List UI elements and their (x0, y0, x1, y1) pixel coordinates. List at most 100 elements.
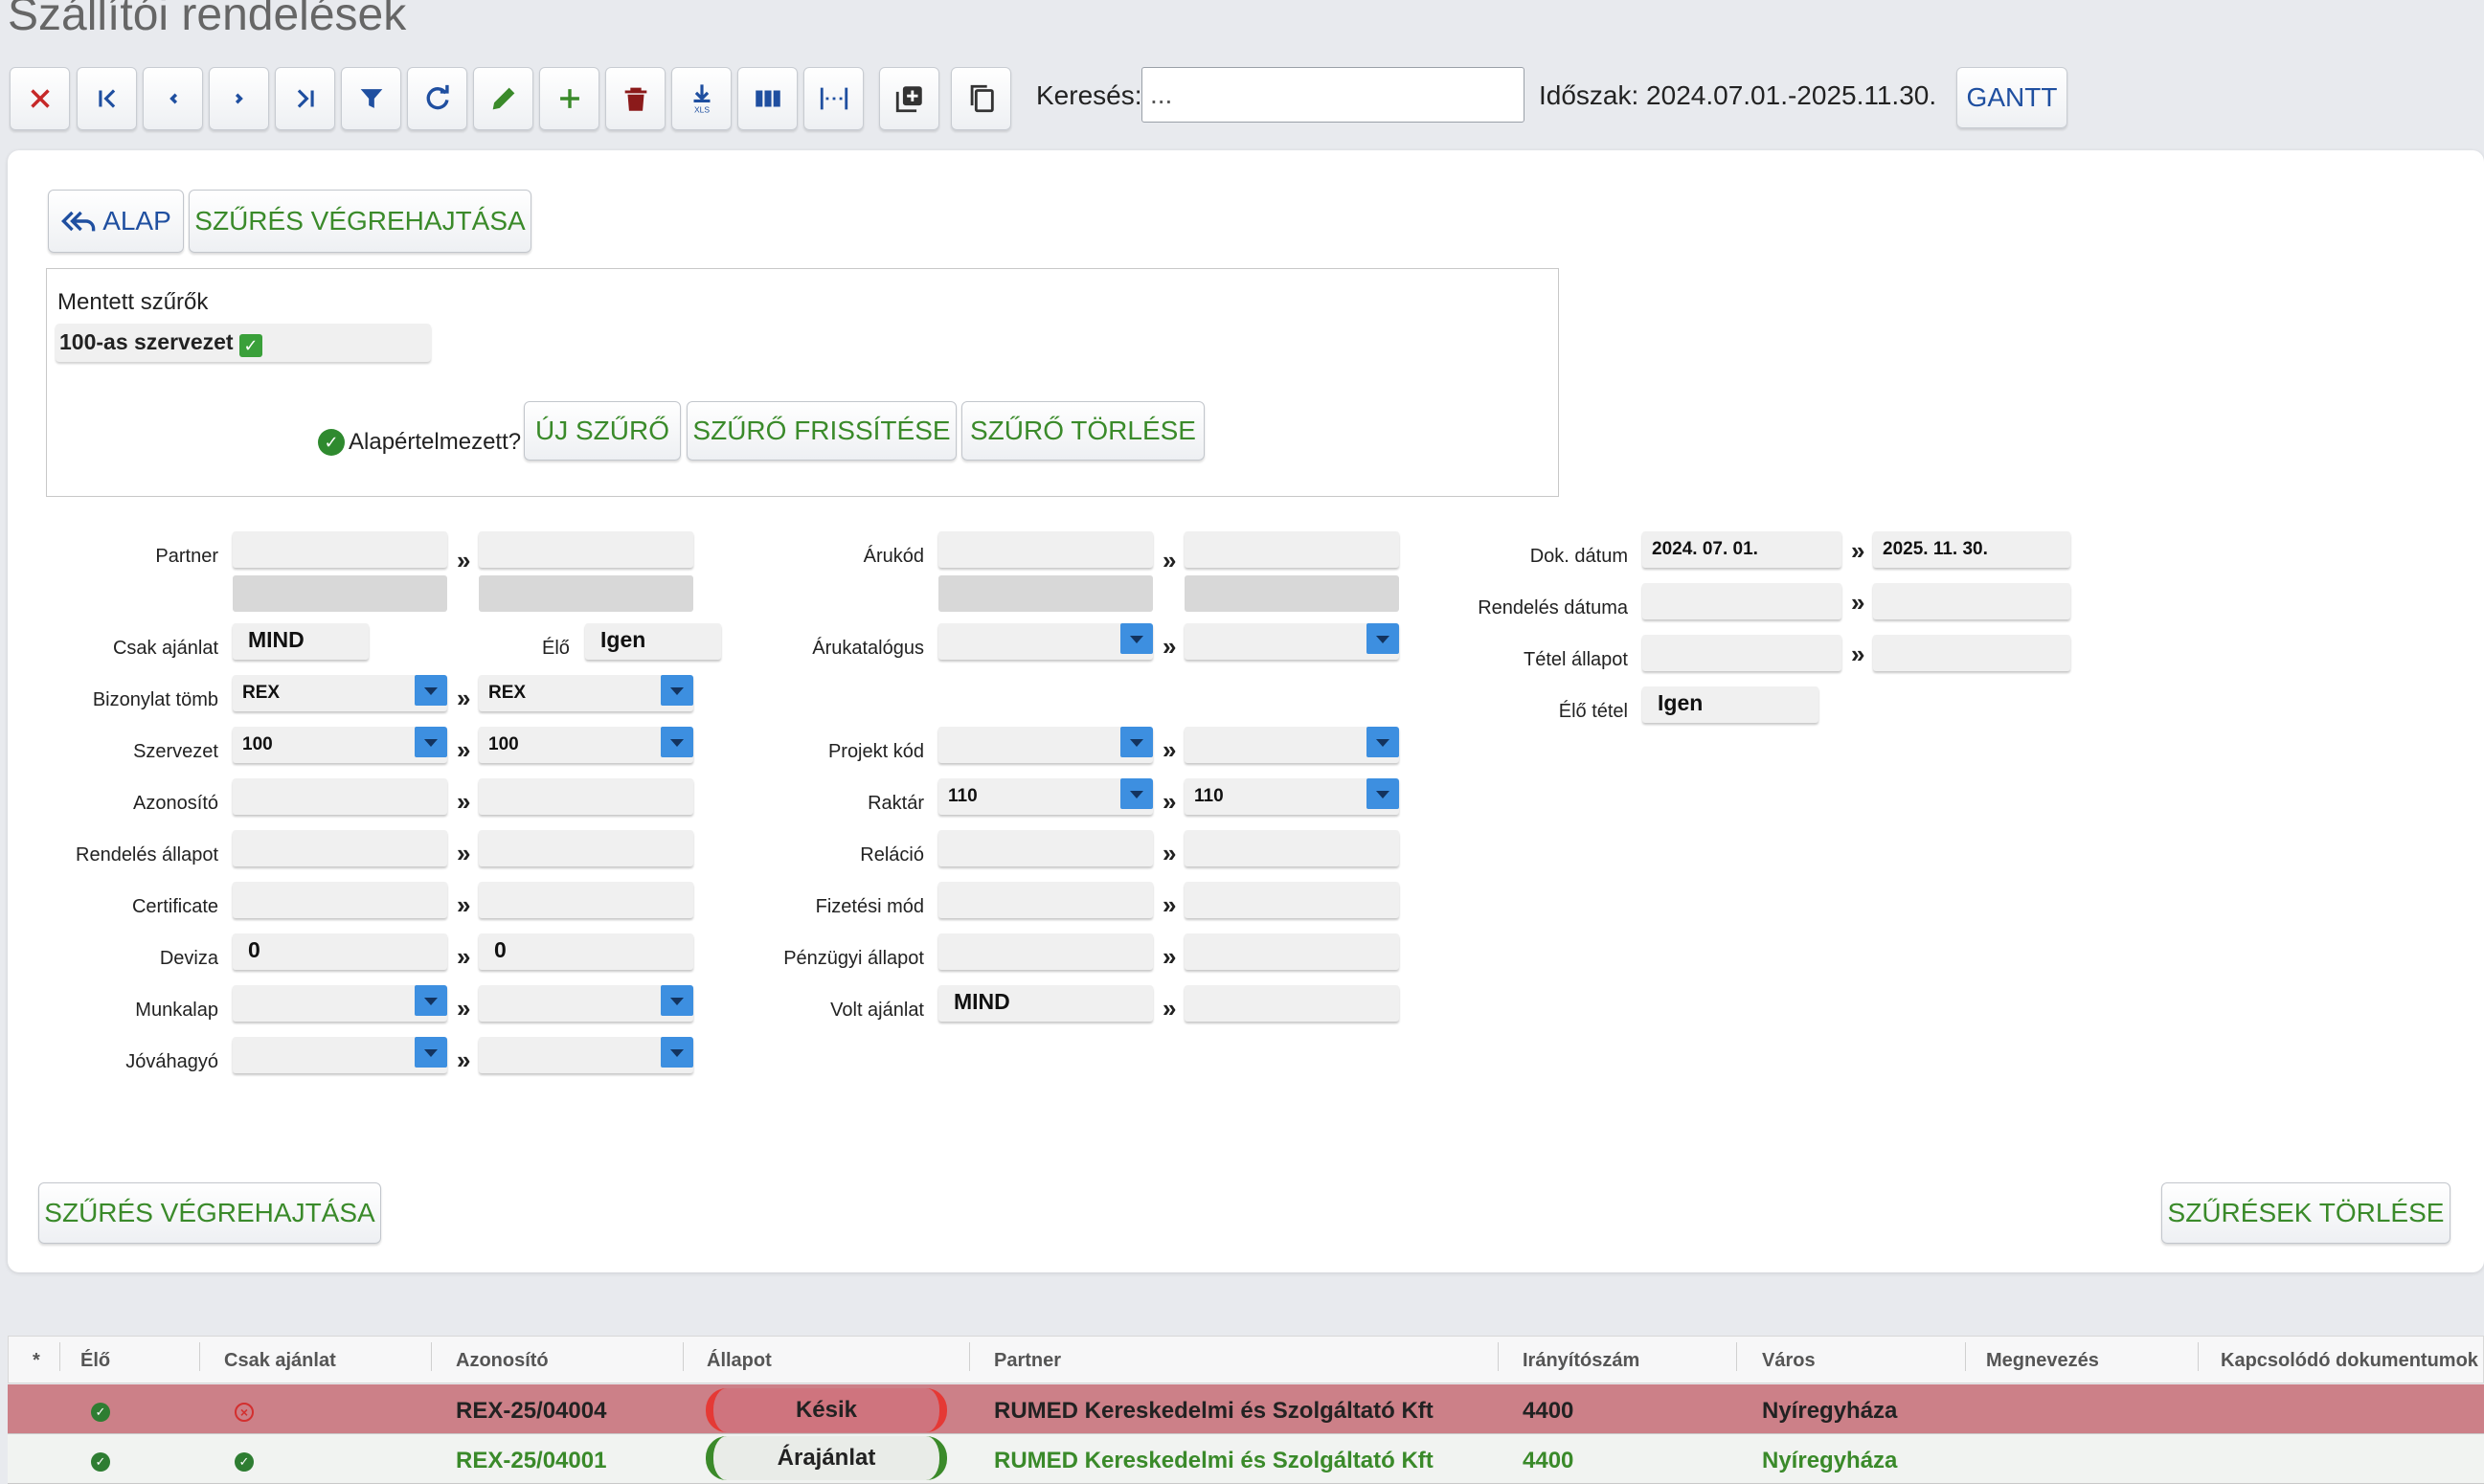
column-width-button[interactable] (803, 67, 864, 130)
refresh-filter-button[interactable]: SZŰRŐ FRISSÍTÉSE (687, 401, 957, 461)
bizonylat-to-select[interactable]: REX (479, 675, 693, 711)
arukod-from-field[interactable] (938, 531, 1153, 568)
close-button[interactable] (10, 67, 70, 130)
col-header-partner[interactable]: Partner (994, 1350, 1061, 1372)
refresh-button[interactable] (407, 67, 467, 130)
chevron-down-icon[interactable] (1120, 623, 1153, 654)
dok-datum-to-field[interactable]: 2025. 11. 30. (1873, 531, 2070, 568)
delete-button[interactable] (605, 67, 666, 130)
col-header-star[interactable]: * (33, 1350, 40, 1372)
clear-filters-button[interactable]: SZŰRÉSEK TÖRLÉSE (2161, 1182, 2450, 1244)
szervezet-to-select[interactable]: 100 (479, 727, 693, 763)
columns-button[interactable] (737, 67, 798, 130)
default-toggle[interactable]: ✓ Alapértelmezett? (318, 429, 521, 456)
chevron-down-icon[interactable] (661, 675, 693, 706)
first-record-button[interactable] (77, 67, 137, 130)
saved-filter-item[interactable]: 100-as szervezet ✓ (56, 324, 431, 362)
chevron-down-icon[interactable] (1366, 778, 1399, 809)
range-sep: » (1163, 839, 1177, 867)
add-button[interactable] (539, 67, 599, 130)
last-record-button[interactable] (275, 67, 335, 130)
szervezet-from-select[interactable]: 100 (233, 727, 447, 763)
chevron-down-icon[interactable] (415, 675, 447, 706)
relacio-to-field[interactable] (1185, 830, 1399, 866)
new-filter-button[interactable]: ÚJ SZŰRŐ (524, 401, 681, 461)
col-header-allapot[interactable]: Állapot (707, 1350, 772, 1372)
col-header-csak-ajanlat[interactable]: Csak ajánlat (224, 1350, 336, 1372)
col-header-azonosito[interactable]: Azonosító (456, 1350, 549, 1372)
deviza-to-field[interactable]: 0 (479, 933, 693, 970)
rendeles-allapot-from-field[interactable] (233, 830, 447, 866)
bizonylat-from-select[interactable]: REX (233, 675, 447, 711)
elo-tetel-field[interactable]: Igen (1642, 686, 1818, 723)
partner-to-field[interactable] (479, 531, 693, 568)
csak-ajanlat-field[interactable]: MIND (233, 623, 369, 660)
volt-ajanlat-to-field[interactable] (1185, 985, 1399, 1022)
deviza-from-field[interactable]: 0 (233, 933, 447, 970)
raktar-from-select[interactable]: 110 (938, 778, 1153, 815)
column-width-icon (820, 87, 847, 110)
run-filter-bottom-button[interactable]: SZŰRÉS VÉGREHAJTÁSA (38, 1182, 381, 1244)
raktar-to-value: 110 (1194, 786, 1224, 806)
copy-button[interactable] (951, 67, 1011, 130)
col-separator (199, 1342, 200, 1371)
label-partner: Partner (155, 546, 218, 567)
tetel-allapot-to-field[interactable] (1873, 635, 2070, 671)
chevron-down-icon[interactable] (1366, 727, 1399, 757)
raktar-to-select[interactable]: 110 (1185, 778, 1399, 815)
alap-button[interactable]: ALAP (48, 190, 184, 253)
chevron-down-icon[interactable] (661, 727, 693, 757)
azonosito-from-field[interactable] (233, 778, 447, 815)
dok-datum-from-field[interactable]: 2024. 07. 01. (1642, 531, 1841, 568)
col-header-megnevezes[interactable]: Megnevezés (1986, 1350, 2099, 1372)
azonosito-to-field[interactable] (479, 778, 693, 815)
penzugyi-allapot-from-field[interactable] (938, 933, 1153, 970)
col-header-kapcsolodo[interactable]: Kapcsolódó dokumentumok (2221, 1350, 2478, 1372)
rendeles-datuma-to-field[interactable] (1873, 583, 2070, 619)
run-filter-top-button[interactable]: SZŰRÉS VÉGREHAJTÁSA (189, 190, 531, 253)
chevron-down-icon[interactable] (661, 985, 693, 1016)
jovahagyo-from-select[interactable] (233, 1037, 447, 1073)
elo-field[interactable]: Igen (585, 623, 721, 660)
refresh-icon (426, 84, 449, 110)
chevron-down-icon[interactable] (1366, 623, 1399, 654)
fizetesi-mod-to-field[interactable] (1185, 882, 1399, 918)
add-copy-button[interactable] (879, 67, 939, 130)
chevron-down-icon[interactable] (1120, 778, 1153, 809)
fizetesi-mod-from-field[interactable] (938, 882, 1153, 918)
col-header-elo[interactable]: Élő (80, 1350, 110, 1372)
filter-button[interactable] (341, 67, 401, 130)
label-tetel-allapot: Tétel állapot (1524, 649, 1628, 670)
chevron-down-icon[interactable] (415, 727, 447, 757)
volt-ajanlat-field[interactable]: MIND (938, 985, 1153, 1022)
xls-download-button[interactable]: XLS (671, 67, 732, 130)
arukod-to-field[interactable] (1185, 531, 1399, 568)
edit-button[interactable] (473, 67, 533, 130)
chevron-down-icon[interactable] (415, 985, 447, 1016)
jovahagyo-to-select[interactable] (479, 1037, 693, 1073)
col-header-iranyitoszam[interactable]: Irányítószám (1523, 1350, 1639, 1372)
next-record-button[interactable] (209, 67, 269, 130)
delete-filter-button[interactable]: SZŰRŐ TÖRLÉSE (961, 401, 1205, 461)
relacio-from-field[interactable] (938, 830, 1153, 866)
munkalap-from-select[interactable] (233, 985, 447, 1022)
chevron-down-icon[interactable] (1120, 727, 1153, 757)
certificate-to-field[interactable] (479, 882, 693, 918)
gantt-button[interactable]: GANTT (1956, 67, 2067, 128)
rendeles-datuma-from-field[interactable] (1642, 583, 1841, 619)
penzugyi-allapot-to-field[interactable] (1185, 933, 1399, 970)
search-input[interactable] (1141, 67, 1524, 123)
certificate-from-field[interactable] (233, 882, 447, 918)
arukatalogus-from-select[interactable] (938, 623, 1153, 660)
col-header-varos[interactable]: Város (1762, 1350, 1816, 1372)
chevron-down-icon[interactable] (415, 1037, 447, 1068)
projekt-kod-to-select[interactable] (1185, 727, 1399, 763)
tetel-allapot-from-field[interactable] (1642, 635, 1841, 671)
chevron-down-icon[interactable] (661, 1037, 693, 1068)
partner-from-field[interactable] (233, 531, 447, 568)
projekt-kod-from-select[interactable] (938, 727, 1153, 763)
rendeles-allapot-to-field[interactable] (479, 830, 693, 866)
munkalap-to-select[interactable] (479, 985, 693, 1022)
arukatalogus-to-select[interactable] (1185, 623, 1399, 660)
prev-record-button[interactable] (143, 67, 203, 130)
